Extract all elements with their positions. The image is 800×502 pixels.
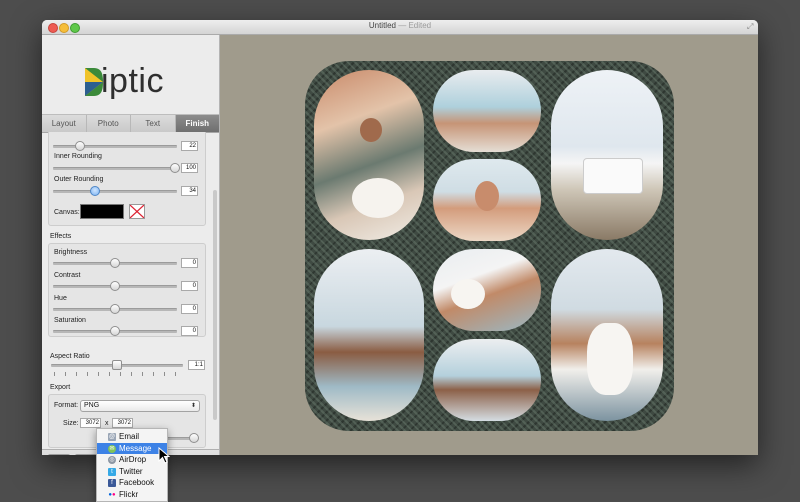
saturation-label: Saturation (54, 317, 86, 324)
effects-group: Brightness 0 Contrast 0 Hue 0 Saturation… (48, 243, 206, 337)
save-button[interactable]: ⬇ (48, 454, 70, 455)
photo-cell-three-friends[interactable] (433, 339, 541, 421)
person-face (360, 118, 382, 142)
saturation-slider-knob[interactable] (110, 326, 120, 336)
top-value-field[interactable]: 22 (181, 141, 198, 151)
photo-cell-woman-smiling[interactable] (433, 159, 541, 241)
message-icon: ✉ (108, 444, 116, 453)
share-menu: @ Email ✉ Message ◎ AirDrop t Twitter f … (96, 428, 168, 502)
menu-label-flickr: Flickr (119, 489, 139, 499)
mouse-cursor-icon (158, 447, 170, 464)
window-title: Untitled — Edited (42, 21, 758, 30)
hue-slider-knob[interactable] (110, 304, 120, 314)
fullscreen-icon[interactable]: ⤢ (747, 23, 754, 31)
size-times-label: x (105, 420, 109, 427)
canvas-pattern-none[interactable] (129, 204, 145, 219)
aspect-ratio-slider-knob[interactable] (112, 360, 122, 370)
contrast-label: Contrast (54, 272, 81, 279)
app-window: Untitled — Edited ⤢ iptic Layout Photo T… (42, 20, 758, 455)
menu-label-facebook: Facebook (119, 478, 155, 487)
inner-rounding-slider-track[interactable] (53, 167, 177, 170)
app-logo: iptic (84, 62, 184, 100)
format-select[interactable]: PNG ⬍ (80, 400, 200, 412)
share-menu-item-facebook[interactable]: f Facebook (97, 477, 167, 489)
aspect-ratio-header: Aspect Ratio (50, 353, 90, 360)
no-pattern-icon (129, 204, 145, 219)
white-dog-shape (451, 279, 485, 309)
share-menu-item-email[interactable]: @ Email (97, 431, 167, 443)
document-name: Untitled (368, 21, 396, 30)
saturation-field[interactable]: 0 (181, 326, 198, 336)
photo-cell-man-hugging-dog[interactable] (551, 249, 663, 421)
photo-cell-man-with-dog[interactable] (433, 249, 541, 331)
select-arrows-icon: ⬍ (190, 403, 196, 409)
canvas-area (220, 35, 758, 455)
airdrop-icon: ◎ (108, 456, 116, 464)
hue-field[interactable]: 0 (181, 304, 198, 314)
title-bar: Untitled — Edited ⤢ (42, 20, 758, 35)
photo-cell-friends-at-sea[interactable] (314, 249, 424, 421)
top-slider-track[interactable] (53, 145, 177, 148)
menu-label-airdrop: AirDrop (119, 455, 147, 464)
menu-label-twitter: Twitter (119, 466, 143, 476)
layout-options-group: 22 Inner Rounding 100 Outer Rounding 34 … (48, 132, 206, 226)
format-value: PNG (84, 402, 100, 409)
photo-cell-couple-on-deck[interactable] (433, 70, 541, 152)
share-menu-item-twitter[interactable]: t Twitter (97, 466, 167, 478)
facebook-icon: f (108, 479, 116, 487)
app-logo-text: iptic (101, 62, 164, 100)
tab-text[interactable]: Text (131, 115, 176, 132)
outer-rounding-label: Outer Rounding (54, 176, 104, 183)
inner-rounding-slider-knob[interactable] (170, 163, 180, 173)
panel-scrollbar[interactable] (213, 190, 217, 420)
inner-rounding-label: Inner Rounding (54, 153, 102, 160)
brightness-field[interactable]: 0 (181, 258, 198, 268)
outer-rounding-field[interactable]: 34 (181, 186, 198, 196)
share-menu-item-airdrop[interactable]: ◎ AirDrop (97, 454, 167, 466)
tab-layout[interactable]: Layout (42, 115, 87, 132)
aspect-ratio-ticks (54, 372, 186, 376)
flickr-icon: ●● (108, 491, 116, 498)
large-dog-shape (587, 323, 633, 395)
collage-board (305, 61, 674, 431)
tab-finish[interactable]: Finish (175, 115, 219, 132)
canvas-color-well[interactable] (80, 204, 124, 219)
aspect-ratio-field[interactable]: 1:1 (188, 360, 205, 370)
menu-label-email: Email (119, 432, 140, 441)
edited-status: — Edited (398, 21, 432, 30)
contrast-field[interactable]: 0 (181, 281, 198, 291)
woman-face (475, 181, 499, 211)
brightness-slider-knob[interactable] (110, 258, 120, 268)
export-size-slider-knob[interactable] (189, 433, 199, 443)
outer-rounding-slider-knob[interactable] (90, 186, 100, 196)
share-menu-item-flickr[interactable]: ●● Flickr (97, 489, 167, 501)
brightness-label: Brightness (54, 249, 88, 256)
finish-panel: 22 Inner Rounding 100 Outer Rounding 34 … (42, 132, 219, 449)
size-label: Size: (63, 420, 79, 427)
share-menu-item-message[interactable]: ✉ Message (97, 442, 167, 454)
twitter-icon: t (108, 467, 116, 476)
contrast-slider-knob[interactable] (110, 281, 120, 291)
share-button[interactable]: ↪ (75, 454, 97, 455)
export-header: Export (50, 384, 71, 391)
effects-header: Effects (50, 233, 72, 240)
canvas-label: Canvas: (54, 209, 80, 216)
outer-rounding-slider-track[interactable] (53, 190, 177, 193)
sidebar: iptic Layout Photo Text Finish 22 Inner … (42, 35, 220, 455)
hue-label: Hue (54, 295, 67, 302)
photo-cell-friends-with-dog[interactable] (314, 70, 424, 240)
export-height-field[interactable]: 3072 (112, 418, 133, 428)
menu-label-message: Message (119, 443, 152, 453)
tab-photo[interactable]: Photo (87, 115, 131, 132)
email-icon: @ (108, 433, 116, 441)
inner-rounding-field[interactable]: 100 (181, 163, 198, 173)
photo-cell-camper-van[interactable] (551, 70, 663, 240)
camper-van-shape (583, 158, 643, 194)
format-label: Format: (54, 402, 79, 409)
mode-tabs: Layout Photo Text Finish (42, 114, 219, 133)
dog-shape (352, 178, 404, 218)
top-slider-knob[interactable] (75, 141, 85, 151)
export-width-field[interactable]: 3072 (80, 418, 101, 428)
